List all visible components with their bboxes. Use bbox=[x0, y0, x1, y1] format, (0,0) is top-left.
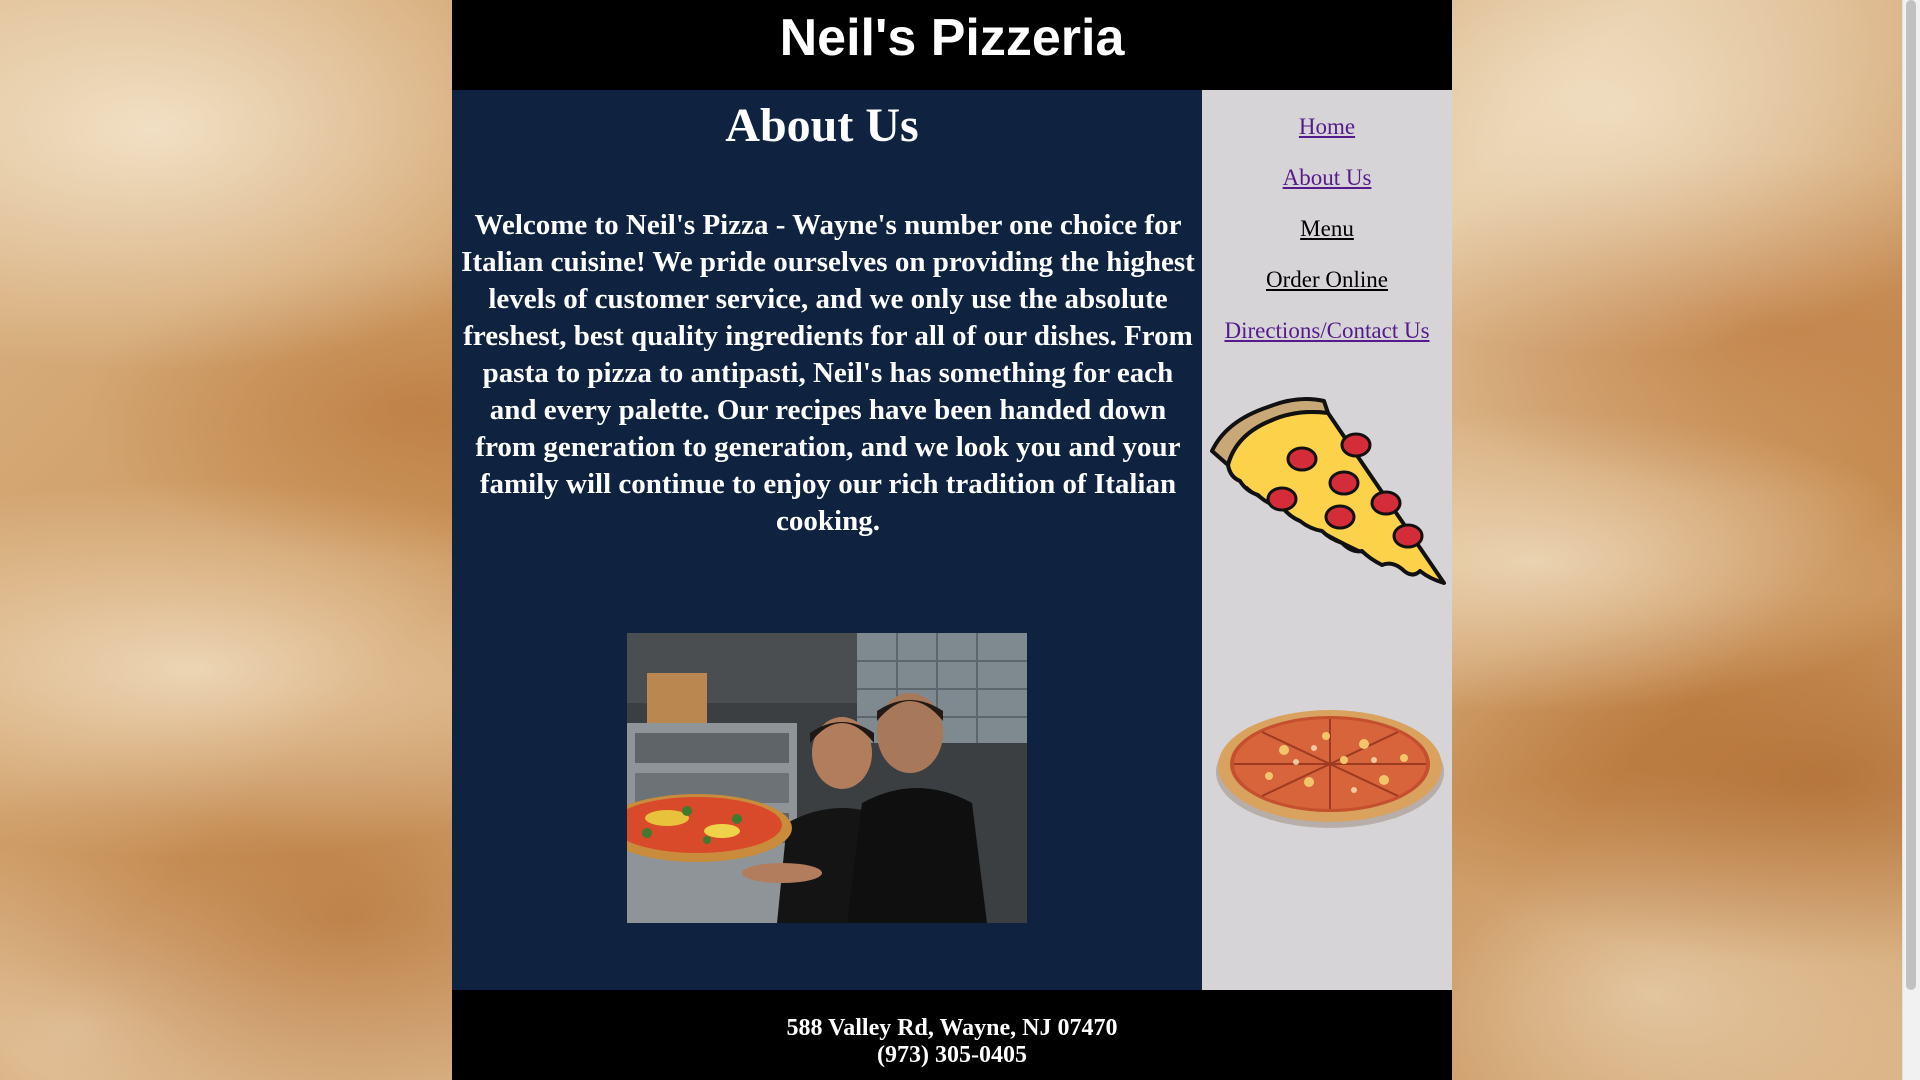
about-paragraph: Welcome to Neil's Pizza - Wayne's number… bbox=[461, 209, 1195, 537]
footer-phone: (973) 305-0405 bbox=[877, 1042, 1027, 1068]
main-content: About Us Welcome to Neil's Pizza - Wayne… bbox=[452, 90, 1202, 990]
page-scrollbar[interactable] bbox=[1902, 0, 1920, 1080]
nav-link-order-online[interactable]: Order Online bbox=[1266, 267, 1388, 292]
nav-link-about-us[interactable]: About Us bbox=[1283, 165, 1372, 190]
scrollbar-thumb[interactable] bbox=[1906, 0, 1916, 990]
nav-link-home[interactable]: Home bbox=[1299, 114, 1355, 139]
whole-pizza-icon bbox=[1216, 710, 1444, 828]
sidebar: Home About Us Menu Order Online Directio… bbox=[1202, 90, 1452, 990]
nav-item-menu: Menu bbox=[1202, 214, 1452, 265]
owners-photo-image bbox=[627, 633, 1027, 923]
nav-item-home: Home bbox=[1202, 112, 1452, 163]
nav-item-order-online: Order Online bbox=[1202, 265, 1452, 316]
nav-item-about-us: About Us bbox=[1202, 163, 1452, 214]
nav-menu: Home About Us Menu Order Online Directio… bbox=[1202, 112, 1452, 367]
nav-item-directions-contact: Directions/Contact Us bbox=[1202, 316, 1452, 367]
owners-photo bbox=[627, 633, 1027, 923]
pizza-slice-icon bbox=[1210, 397, 1446, 585]
nav-link-directions-contact[interactable]: Directions/Contact Us bbox=[1224, 318, 1429, 343]
footer-address: 588 Valley Rd, Wayne, NJ 07470 bbox=[786, 1015, 1118, 1041]
nav-link-menu[interactable]: Menu bbox=[1300, 216, 1354, 241]
site-title: Neil's Pizzeria bbox=[779, 9, 1125, 67]
site-container: Neil's Pizzeria About Us Welcome to Neil… bbox=[452, 0, 1452, 1080]
site-header: Neil's Pizzeria bbox=[452, 0, 1452, 90]
page-heading: About Us bbox=[725, 99, 919, 152]
site-footer: 588 Valley Rd, Wayne, NJ 07470 (973) 305… bbox=[452, 990, 1452, 1080]
